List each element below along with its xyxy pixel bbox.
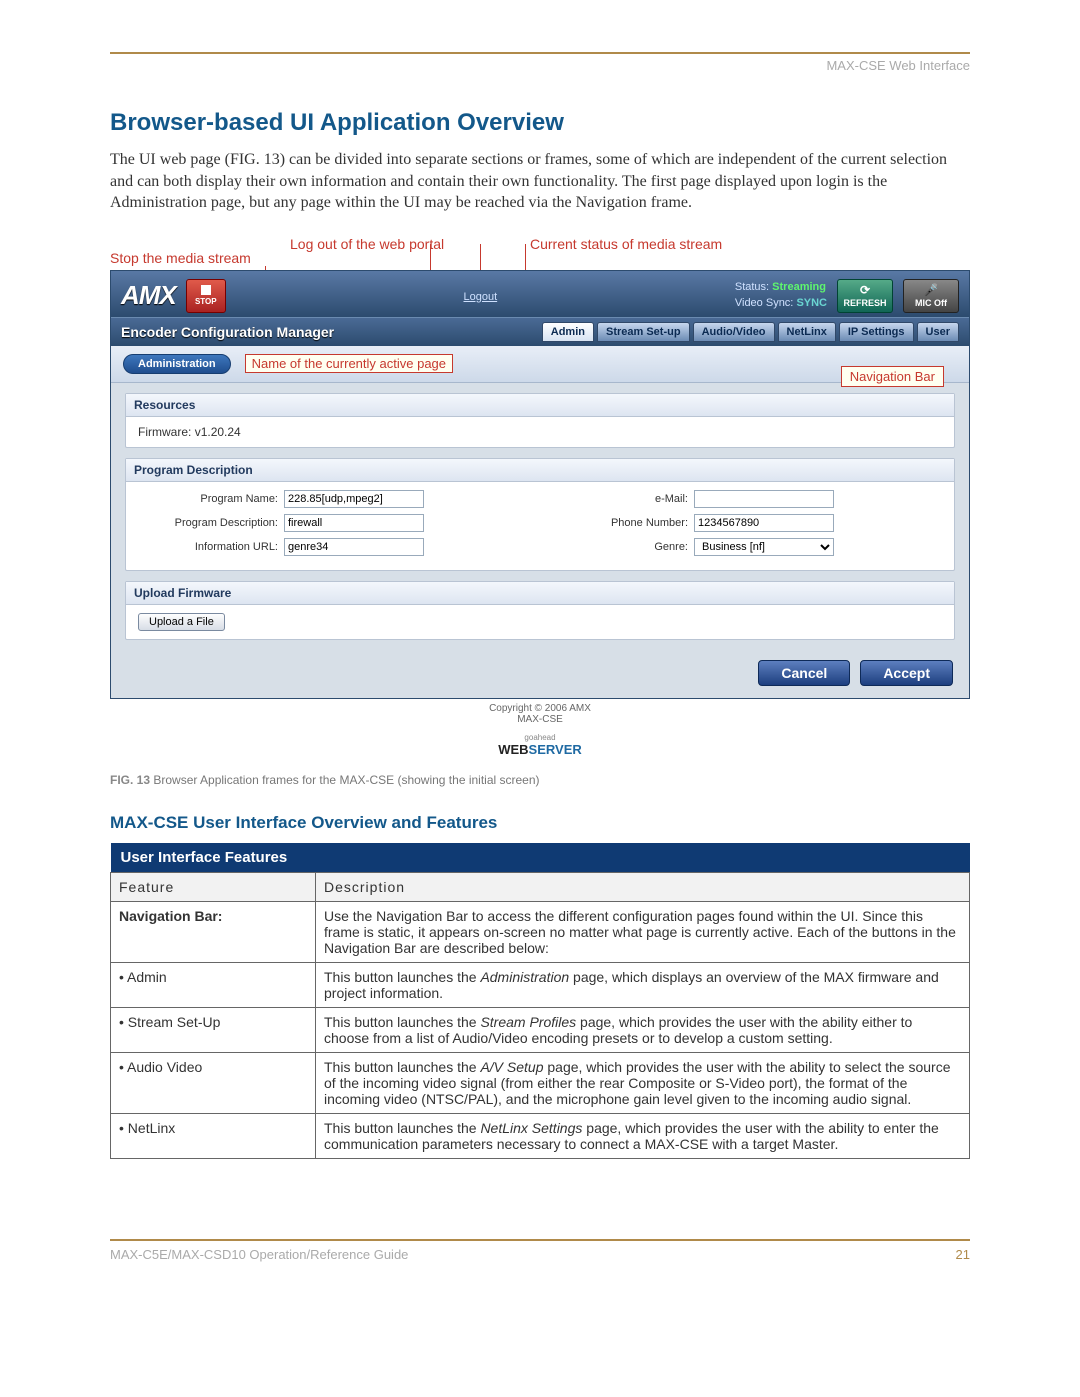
genre-label: Genre:: [548, 541, 688, 553]
tab-stream-setup[interactable]: Stream Set-up: [597, 322, 690, 342]
panel-program: Program Description Program Name: e-Mail…: [125, 458, 955, 571]
panel-resources: Resources Firmware: v1.20.24: [125, 393, 955, 448]
status-value: Streaming: [772, 281, 826, 293]
panel-program-title: Program Description: [126, 459, 954, 482]
header-rule: [110, 52, 970, 54]
upload-file-button[interactable]: Upload a File: [138, 613, 225, 631]
subhead: MAX-CSE User Interface Overview and Feat…: [110, 813, 970, 833]
table-row: • Audio Video This button launches the A…: [111, 1052, 970, 1113]
callout-labels: Stop the media stream Log out of the web…: [110, 236, 970, 270]
features-table: User Interface Features Feature Descript…: [110, 843, 970, 1159]
feature-admin: • Admin: [111, 962, 316, 1007]
section-title: Browser-based UI Application Overview: [110, 109, 970, 137]
tab-audio-video[interactable]: Audio/Video: [693, 322, 775, 342]
app-top-bar: AMX STOP Logout Status: Streaming Video …: [111, 271, 969, 317]
refresh-icon: ⟳: [860, 283, 870, 297]
footer-left: MAX-C5E/MAX-CSD10 Operation/Reference Gu…: [110, 1247, 408, 1262]
figure-caption: FIG. 13 Browser Application frames for t…: [110, 773, 970, 787]
desc-av: This button launches the A/V Setup page,…: [316, 1052, 970, 1113]
callout-active-page: Name of the currently active page: [245, 354, 453, 373]
webserver-logo: goahead WEBSERVER: [110, 727, 970, 767]
desc-admin: This button launches the Administration …: [316, 962, 970, 1007]
mic-label: MIC Off: [915, 298, 947, 308]
copyright: Copyright © 2006 AMX MAX-CSE: [110, 699, 970, 727]
feature-av: • Audio Video: [111, 1052, 316, 1113]
firmware-label: Firmware:: [138, 425, 191, 439]
feature-netlinx: • NetLinx: [111, 1113, 316, 1158]
vsync-label: Video Sync:: [735, 297, 794, 309]
col-description: Description: [316, 872, 970, 901]
callout-logout: Log out of the web portal: [290, 236, 444, 252]
cancel-button[interactable]: Cancel: [758, 660, 850, 686]
firmware-value: v1.20.24: [195, 425, 241, 439]
callout-status: Current status of media stream: [530, 236, 722, 252]
table-row: • NetLinx This button launches the NetLi…: [111, 1113, 970, 1158]
page-number: 21: [956, 1247, 970, 1262]
info-url-label: Information URL:: [138, 541, 278, 553]
tab-netlinx[interactable]: NetLinx: [778, 322, 836, 342]
tab-ip-settings[interactable]: IP Settings: [839, 322, 914, 342]
intro-paragraph: The UI web page (FIG. 13) can be divided…: [110, 149, 970, 214]
ecm-title: Encoder Configuration Manager: [121, 324, 334, 340]
mic-icon: 🎤: [924, 283, 939, 297]
col-feature: Feature: [111, 872, 316, 901]
crumb-administration[interactable]: Administration: [123, 354, 231, 374]
refresh-label: REFRESH: [843, 298, 886, 308]
table-row: Navigation Bar: Use the Navigation Bar t…: [111, 901, 970, 962]
table-row: • Stream Set-Up This button launches the…: [111, 1007, 970, 1052]
email-label: e-Mail:: [548, 493, 688, 505]
header-running: MAX-CSE Web Interface: [110, 58, 970, 73]
stop-label: STOP: [195, 297, 217, 306]
accept-button[interactable]: Accept: [860, 660, 953, 686]
desc-stream: This button launches the Stream Profiles…: [316, 1007, 970, 1052]
info-url-input[interactable]: [284, 538, 424, 556]
callout-navbar: Navigation Bar: [841, 366, 944, 387]
desc-netlinx: This button launches the NetLinx Setting…: [316, 1113, 970, 1158]
amx-logo: AMX: [121, 280, 176, 311]
panel-resources-title: Resources: [126, 394, 954, 417]
prog-desc-input[interactable]: [284, 514, 424, 532]
app-window: AMX STOP Logout Status: Streaming Video …: [110, 270, 970, 699]
vsync-value: SYNC: [796, 297, 827, 309]
nav-tabs: Admin Stream Set-up Audio/Video NetLinx …: [542, 322, 959, 342]
tab-admin[interactable]: Admin: [542, 322, 594, 342]
prog-name-label: Program Name:: [138, 493, 278, 505]
ecm-bar: Encoder Configuration Manager Admin Stre…: [111, 317, 969, 346]
mic-button[interactable]: 🎤 MIC Off: [903, 279, 959, 313]
status-box: Status: Streaming Video Sync: SYNC: [735, 280, 827, 311]
panel-upload: Upload Firmware Upload a File: [125, 581, 955, 640]
phone-label: Phone Number:: [548, 517, 688, 529]
logout-link[interactable]: Logout: [463, 291, 497, 303]
feature-stream: • Stream Set-Up: [111, 1007, 316, 1052]
genre-select[interactable]: Business [nf]: [694, 538, 834, 556]
feature-navbar: Navigation Bar:: [111, 901, 316, 962]
action-bar: Cancel Accept: [111, 650, 969, 698]
panel-upload-title: Upload Firmware: [126, 582, 954, 605]
page-footer: MAX-C5E/MAX-CSD10 Operation/Reference Gu…: [110, 1239, 970, 1262]
table-row: • Admin This button launches the Adminis…: [111, 962, 970, 1007]
table-title: User Interface Features: [111, 843, 970, 873]
phone-input[interactable]: [694, 514, 834, 532]
email-input[interactable]: [694, 490, 834, 508]
prog-name-input[interactable]: [284, 490, 424, 508]
refresh-button[interactable]: ⟳ REFRESH: [837, 279, 893, 313]
stop-button[interactable]: STOP: [186, 279, 226, 313]
prog-desc-label: Program Description:: [138, 517, 278, 529]
status-label: Status:: [735, 281, 769, 293]
tab-user[interactable]: User: [917, 322, 959, 342]
callout-stop: Stop the media stream: [110, 250, 251, 266]
desc-navbar: Use the Navigation Bar to access the dif…: [316, 901, 970, 962]
stop-icon: [201, 285, 211, 295]
